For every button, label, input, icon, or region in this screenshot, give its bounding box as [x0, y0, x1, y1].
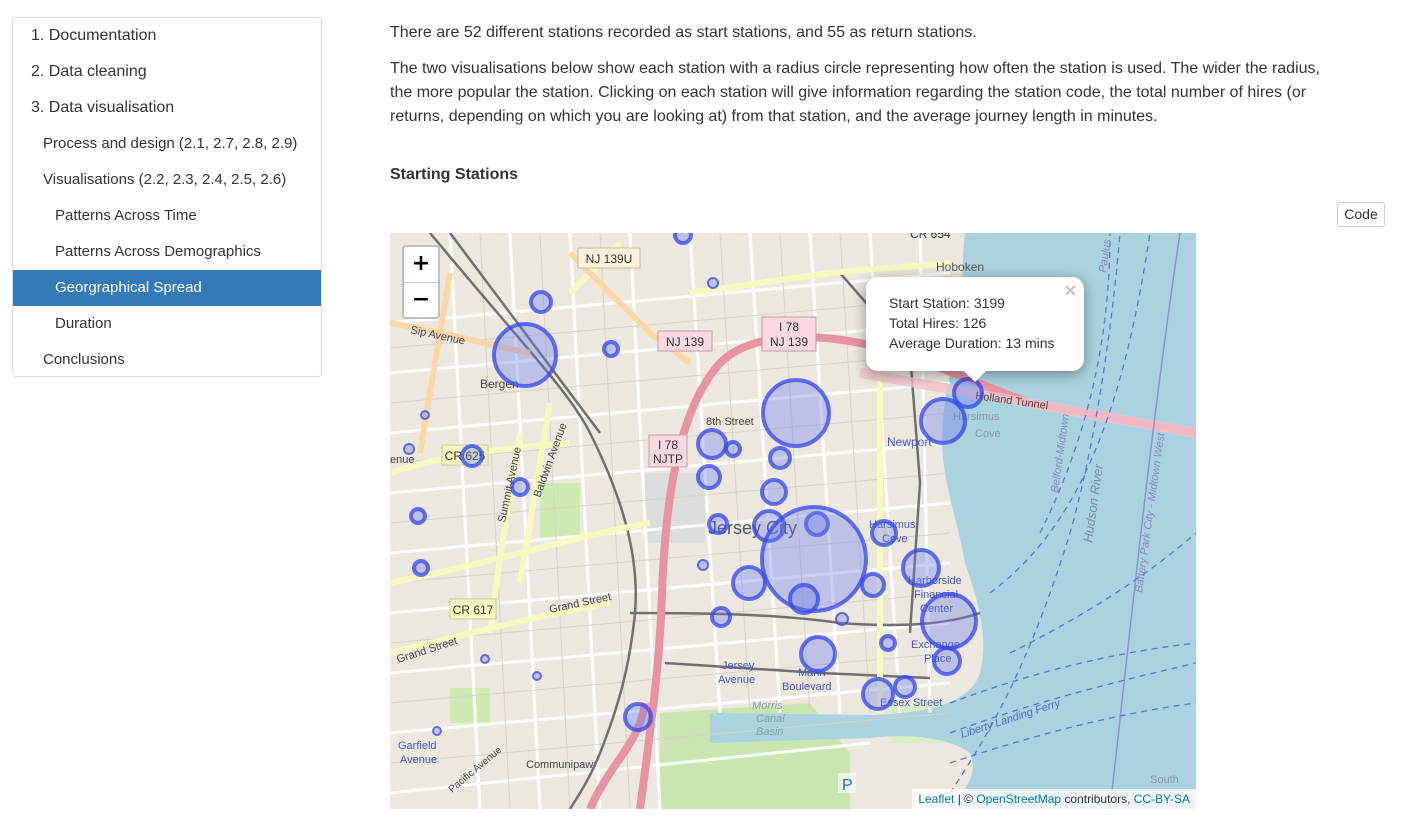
station-popup: × Start Station: 3199 Total Hires: 126 A…	[866, 277, 1084, 371]
toc-item-process-and-design[interactable]: Process and design (2.1, 2.7, 2.8, 2.9)	[13, 126, 321, 162]
popup-tip	[964, 371, 986, 382]
station-circle[interactable]	[920, 592, 978, 650]
station-circle[interactable]	[510, 477, 530, 497]
station-circle[interactable]	[532, 671, 542, 681]
station-circle[interactable]	[835, 612, 849, 626]
station-circle[interactable]	[932, 646, 962, 676]
station-circle[interactable]	[696, 428, 728, 460]
leaflet-map[interactable]: NJ 139U NJ 139 I 78 NJ 139 I 78 NJTP CR …	[390, 233, 1196, 809]
description-line-3: returns, depending on which you are look…	[390, 108, 1158, 125]
popup-hires: Total Hires: 126	[889, 315, 987, 331]
map-attribution: Leaflet | © OpenStreetMap contributors, …	[912, 789, 1196, 809]
station-circle[interactable]	[460, 444, 484, 468]
toc-item-duration[interactable]: Duration	[13, 306, 321, 342]
station-circle[interactable]	[861, 677, 895, 711]
station-circle[interactable]	[860, 572, 886, 598]
popup-close-icon[interactable]: ×	[1063, 280, 1078, 301]
toc-item-patterns-across-demographics[interactable]: Patterns Across Demographics	[13, 234, 321, 270]
station-circle[interactable]	[731, 565, 767, 601]
station-circle[interactable]	[710, 606, 732, 628]
zoom-in-button[interactable]: +	[404, 247, 438, 282]
toc-item-geographical-spread[interactable]: Georgraphical Spread	[13, 270, 321, 306]
station-circle[interactable]	[696, 464, 722, 490]
station-circle[interactable]	[409, 507, 427, 525]
station-circle[interactable]	[412, 559, 430, 577]
description-line-1: The two visualisations below show each s…	[390, 60, 1320, 77]
station-circle[interactable]	[799, 635, 837, 673]
station-circle[interactable]	[529, 290, 553, 314]
station-circle[interactable]	[901, 548, 941, 588]
station-circle[interactable]	[673, 233, 693, 245]
table-of-contents: 1. Documentation 2. Data cleaning 3. Dat…	[12, 17, 322, 377]
station-circle[interactable]	[768, 446, 792, 470]
toc-item-patterns-across-time[interactable]: Patterns Across Time	[13, 198, 321, 234]
zoom-out-button[interactable]: −	[404, 282, 438, 318]
station-circle[interactable]	[403, 443, 415, 455]
openstreetmap-link[interactable]: OpenStreetMap	[976, 792, 1061, 806]
station-circle[interactable]	[788, 583, 820, 615]
station-circle[interactable]	[480, 654, 490, 664]
zoom-control: + −	[402, 245, 440, 319]
station-circle[interactable]	[492, 322, 558, 388]
station-circle[interactable]	[761, 378, 831, 448]
popup-duration: Average Duration: 13 mins	[889, 335, 1055, 351]
station-circle[interactable]	[919, 397, 967, 445]
station-circle[interactable]	[432, 726, 442, 736]
code-button[interactable]: Code	[1337, 202, 1385, 227]
section-heading: Starting Stations	[390, 166, 519, 183]
station-count-paragraph: There are 52 different stations recorded…	[390, 24, 977, 41]
station-circle[interactable]	[420, 410, 430, 420]
station-circle[interactable]	[724, 440, 742, 458]
station-circle[interactable]	[707, 277, 719, 289]
station-circle[interactable]	[707, 513, 729, 535]
leaflet-link[interactable]: Leaflet	[918, 792, 954, 806]
toc-item-documentation[interactable]: 1. Documentation	[13, 18, 321, 54]
attribution-separator: | ©	[954, 792, 977, 806]
license-link[interactable]: CC-BY-SA	[1134, 792, 1190, 806]
station-circle[interactable]	[879, 634, 897, 652]
attribution-contributors: contributors,	[1061, 792, 1134, 806]
toc-item-data-visualisation[interactable]: 3. Data visualisation	[13, 90, 321, 126]
station-circle[interactable]	[870, 519, 898, 547]
station-circle[interactable]	[760, 478, 788, 506]
station-circle[interactable]	[697, 559, 709, 571]
description-line-2: the more popular the station. Clicking o…	[390, 84, 1307, 101]
station-circle[interactable]	[893, 675, 917, 699]
toc-item-conclusions[interactable]: Conclusions	[13, 342, 321, 378]
station-circle[interactable]	[602, 340, 620, 358]
popup-station: Start Station: 3199	[889, 295, 1005, 311]
toc-item-data-cleaning[interactable]: 2. Data cleaning	[13, 54, 321, 90]
station-circle[interactable]	[623, 702, 653, 732]
toc-item-visualisations[interactable]: Visualisations (2.2, 2.3, 2.4, 2.5, 2.6)	[13, 162, 321, 198]
